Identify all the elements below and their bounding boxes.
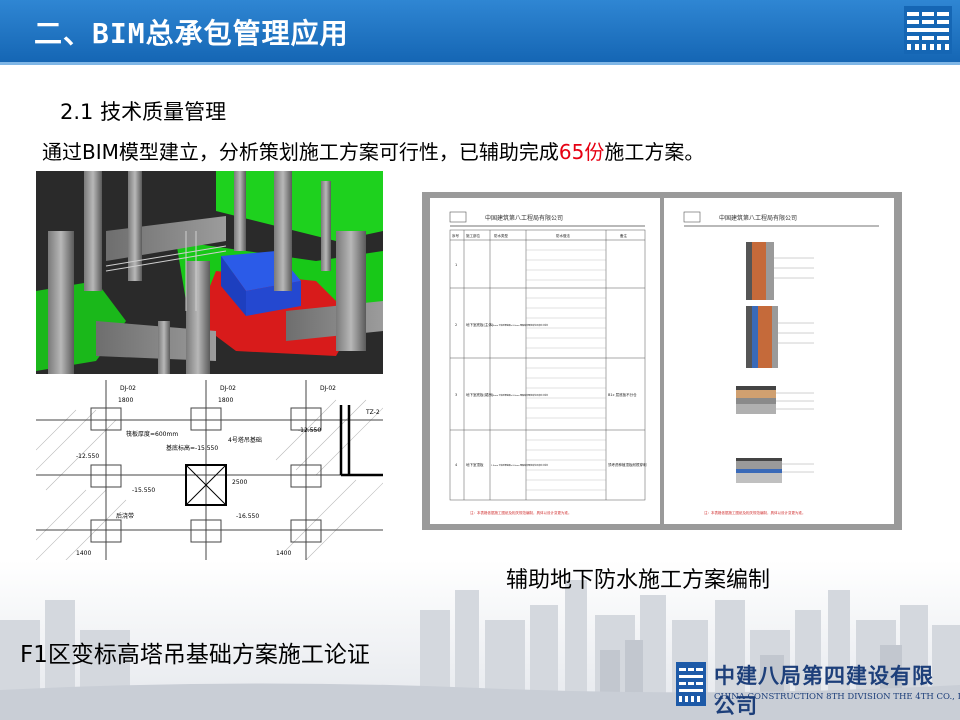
document-page-details: 中国建筑第八工程局有限公司 注：本表格依据施工图纸及相关规范编制，具体以设计变更… — [664, 198, 894, 524]
table-cell: 4 — [455, 463, 458, 467]
plan-tag: DJ-02 — [120, 385, 136, 392]
table-cell: 2 — [455, 323, 457, 327]
table-cell: 1.5mm 环保型聚氨酯+3.0mm 聚酯胎高聚物改性沥青防水卷材 — [491, 463, 548, 467]
company-name-cn: 中建八局第四建设有限公司 — [714, 664, 934, 718]
table-cell: 1.5mm 环保型聚氨酯+3.0mm 聚酯胎高聚物改性沥青防水卷材 — [491, 323, 548, 327]
plan-level: -12.550 — [76, 453, 99, 460]
table-cell: 1 — [455, 263, 457, 267]
table-cell: 地下室顶板 — [466, 462, 484, 467]
table-header: 备注 — [620, 233, 628, 238]
doc-company: 中国建筑第八工程局有限公司 — [485, 214, 563, 222]
plan-dim: 1400 — [76, 550, 91, 557]
intro-text-after: 施工方案。 — [604, 140, 705, 164]
doc-footer-note: 注：本表格依据施工图纸及相关规范编制，具体以设计变更为准。 — [470, 510, 572, 515]
section-subtitle: 2.1 技术质量管理 — [60, 100, 227, 124]
plan-dim: 1800 — [118, 397, 133, 404]
table-cell: B1c 层底板不分仓 — [608, 392, 637, 397]
plan-tag: DJ-02 — [220, 385, 236, 392]
plan-level: -16.550 — [236, 513, 259, 520]
table-cell: 须考虑种植顶板耐根穿刺 — [608, 462, 647, 467]
plan-note: 基底标高=-15.550 — [166, 444, 218, 452]
bim-3d-model-image — [36, 171, 383, 374]
document-page-table: 中国建筑第八工程局有限公司 序号 施工部位 防水类型 防水做法 备注 1 2 3… — [430, 198, 660, 524]
plan-level: -12.550 — [298, 427, 321, 434]
plan-tag: DJ-02 — [320, 385, 336, 392]
caption-waterproof-plan: 辅助地下防水施工方案编制 — [506, 568, 771, 593]
table-header: 施工部位 — [466, 233, 480, 238]
plan-note: 4号塔吊基础 — [228, 436, 262, 444]
table-cell: 1.5mm 环保型聚氨酯+3.0mm 聚酯胎高聚物改性沥青防水卷材 — [491, 393, 548, 397]
table-header: 防水做法 — [556, 233, 570, 238]
plan-dim: 1400 — [276, 550, 291, 557]
cscec-logo-icon — [904, 6, 952, 54]
doc-footer-note: 注：本表格依据施工图纸及相关规范编制，具体以设计变更为准。 — [704, 510, 806, 515]
table-cell: 3 — [455, 393, 457, 397]
plan-dim: 1800 — [218, 397, 233, 404]
table-header: 序号 — [452, 233, 460, 238]
company-name-en: CHINA CONSTRUCTION 8TH DIVISION THE 4TH … — [714, 692, 960, 702]
plan-tag: TZ-2 — [365, 409, 380, 416]
table-header: 防水类型 — [494, 233, 508, 238]
waterproof-plan-documents-image: 中国建筑第八工程局有限公司 序号 施工部位 防水类型 防水做法 备注 1 2 3… — [422, 192, 902, 530]
intro-text: 通过BIM模型建立，分析策划施工方案可行性，已辅助完成65份施工方案。 — [42, 136, 704, 165]
intro-text-before: 通过BIM模型建立，分析策划施工方案可行性，已辅助完成 — [42, 140, 559, 164]
doc-company: 中国建筑第八工程局有限公司 — [719, 214, 797, 222]
page-title: 二、BIM总承包管理应用 — [34, 17, 349, 50]
plan-dim: 2500 — [232, 479, 247, 486]
cscec-company-logo-icon — [676, 662, 706, 706]
header-bar: 二、BIM总承包管理应用 — [0, 0, 960, 62]
company-footer: 中建八局第四建设有限公司 CHINA CONSTRUCTION 8TH DIVI… — [676, 658, 960, 718]
table-cell: 地下室底板(主体) — [466, 322, 494, 327]
plan-note: 后浇带 — [116, 512, 134, 520]
plan-level: -15.550 — [132, 487, 155, 494]
header-rule — [0, 62, 960, 65]
plan-note: 筏板厚度=600mm — [126, 430, 178, 438]
caption-tower-crane: F1区变标高塔吊基础方案施工论证 — [20, 642, 370, 668]
intro-highlight-count: 65份 — [558, 140, 605, 164]
table-cell: 地下室底板(裙房) — [466, 392, 494, 397]
